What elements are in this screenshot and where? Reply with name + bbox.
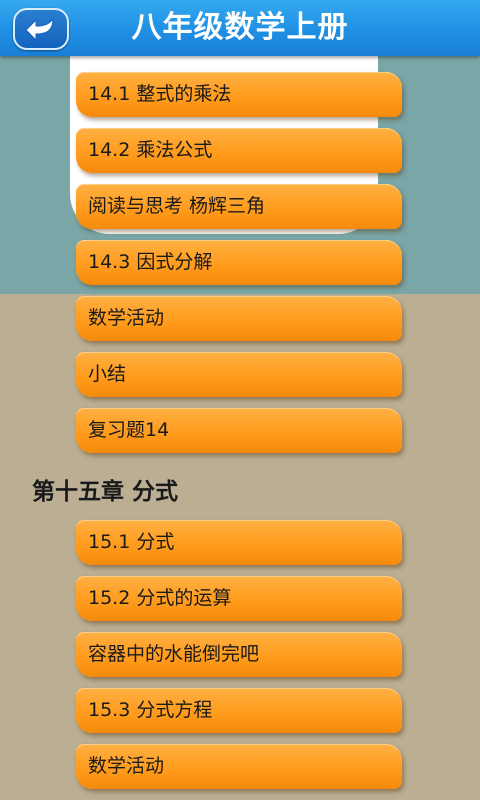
list-item-review-14[interactable]: 复习题14 (76, 408, 402, 453)
app-header: 八年级数学上册 (0, 0, 480, 56)
list-item-water-container[interactable]: 容器中的水能倒完吧 (76, 632, 402, 677)
list-item-14-3[interactable]: 14.3 因式分解 (76, 240, 402, 285)
list-item-15-3[interactable]: 15.3 分式方程 (76, 688, 402, 733)
list-item-14-1[interactable]: 14.1 整式的乘法 (76, 72, 402, 117)
list-item-14-2[interactable]: 14.2 乘法公式 (76, 128, 402, 173)
back-button[interactable] (13, 8, 69, 50)
list-item-reading[interactable]: 阅读与思考 杨辉三角 (76, 184, 402, 229)
list-item-15-2[interactable]: 15.2 分式的运算 (76, 576, 402, 621)
page-title: 八年级数学上册 (131, 10, 349, 45)
list-item-15-1[interactable]: 15.1 分式 (76, 520, 402, 565)
back-arrow-icon (25, 17, 54, 42)
list-item-activity-14[interactable]: 数学活动 (76, 296, 402, 341)
list-item-summary-14[interactable]: 小结 (76, 352, 402, 397)
list-item-activity-15[interactable]: 数学活动 (76, 744, 402, 789)
chapter-heading-15: 第十五章 分式 (32, 479, 179, 505)
